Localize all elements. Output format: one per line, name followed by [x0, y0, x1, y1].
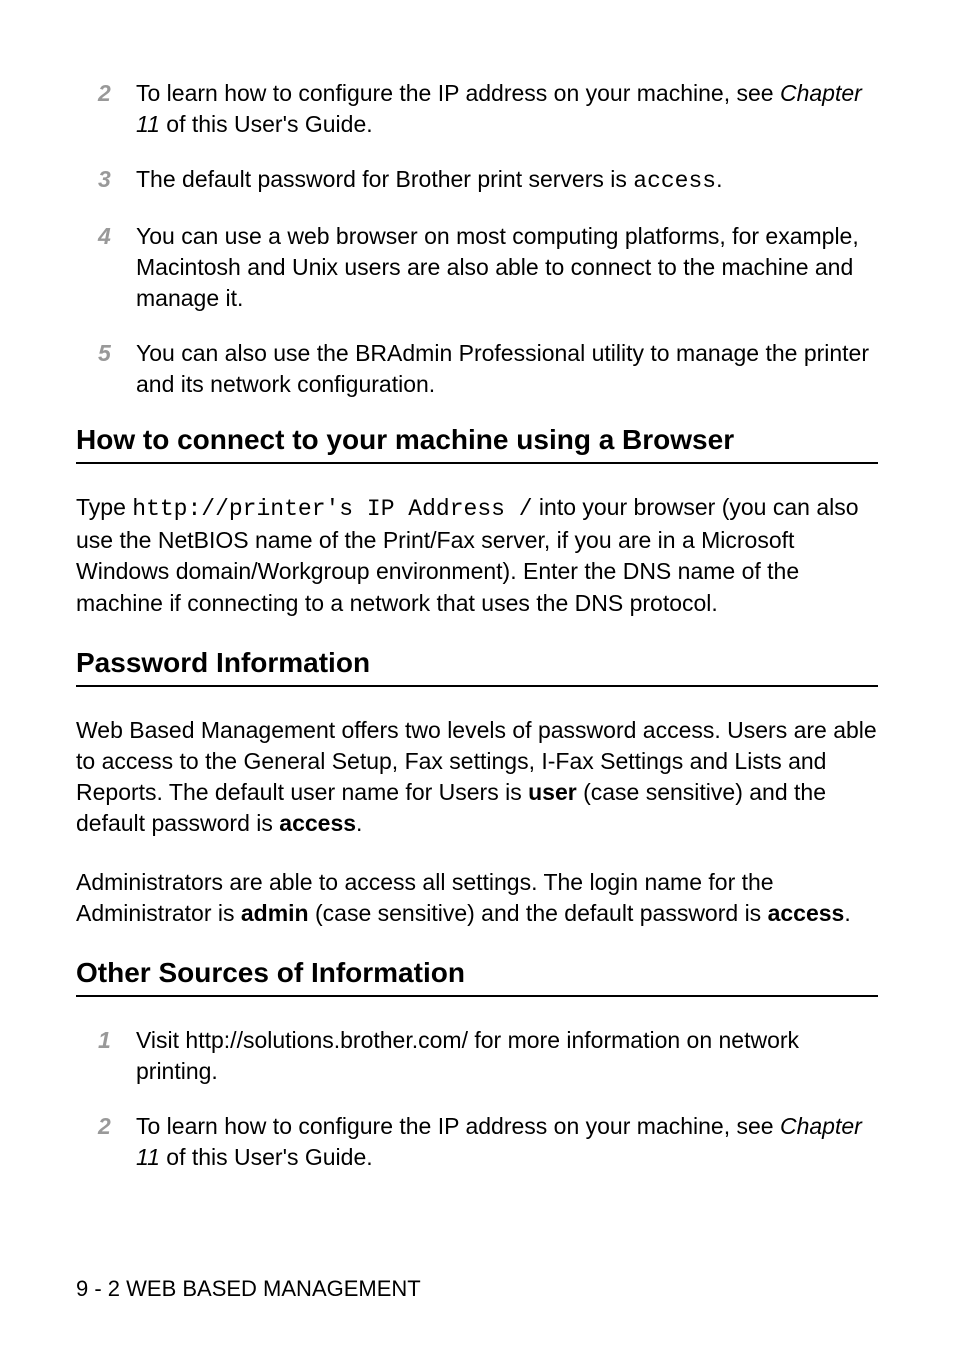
list-number: 5 [98, 338, 128, 400]
list-text: The default password for Brother print s… [136, 164, 878, 197]
paragraph: Administrators are able to access all se… [76, 867, 878, 929]
list-number: 2 [98, 78, 128, 140]
list-item: 4 You can use a web browser on most comp… [98, 221, 878, 314]
code-text: http://printer's IP Address / [132, 496, 532, 522]
code-text: access [633, 168, 716, 194]
section-heading-connect: How to connect to your machine using a B… [76, 424, 878, 456]
section-divider [76, 995, 878, 997]
list-text: Visit http://solutions.brother.com/ for … [136, 1025, 878, 1087]
list-item: 2 To learn how to configure the IP addre… [98, 1111, 878, 1173]
list-item: 5 You can also use the BRAdmin Professio… [98, 338, 878, 400]
list-number: 2 [98, 1111, 128, 1173]
list-item: 1 Visit http://solutions.brother.com/ fo… [98, 1025, 878, 1087]
list-item: 2 To learn how to configure the IP addre… [98, 78, 878, 140]
section-divider [76, 685, 878, 687]
text-fragment: of this User's Guide. [160, 111, 373, 137]
bold-text: access [768, 900, 845, 926]
list-text: You can use a web browser on most comput… [136, 221, 878, 314]
list-number: 4 [98, 221, 128, 314]
list-item: 3 The default password for Brother print… [98, 164, 878, 197]
page-footer: 9 - 2 WEB BASED MANAGEMENT [76, 1276, 421, 1302]
text-fragment: Type [76, 494, 132, 520]
list-text: To learn how to configure the IP address… [136, 1111, 878, 1173]
text-fragment: of this User's Guide. [160, 1144, 373, 1170]
section-heading-sources: Other Sources of Information [76, 957, 878, 989]
bold-text: access [279, 810, 356, 836]
text-fragment: . [844, 900, 850, 926]
text-fragment: To learn how to configure the IP address… [136, 1113, 780, 1139]
text-fragment: (case sensitive) and the default passwor… [309, 900, 768, 926]
bold-text: admin [241, 900, 309, 926]
section-heading-password: Password Information [76, 647, 878, 679]
list-number: 1 [98, 1025, 128, 1087]
paragraph: Web Based Management offers two levels o… [76, 715, 878, 839]
text-fragment: . [716, 166, 722, 192]
text-fragment: . [356, 810, 362, 836]
text-fragment: The default password for Brother print s… [136, 166, 633, 192]
section-divider [76, 462, 878, 464]
list-text: You can also use the BRAdmin Professiona… [136, 338, 878, 400]
text-fragment: To learn how to configure the IP address… [136, 80, 780, 106]
bold-text: user [528, 779, 577, 805]
list-text: To learn how to configure the IP address… [136, 78, 878, 140]
paragraph: Type http://printer's IP Address / into … [76, 492, 878, 618]
list-number: 3 [98, 164, 128, 197]
